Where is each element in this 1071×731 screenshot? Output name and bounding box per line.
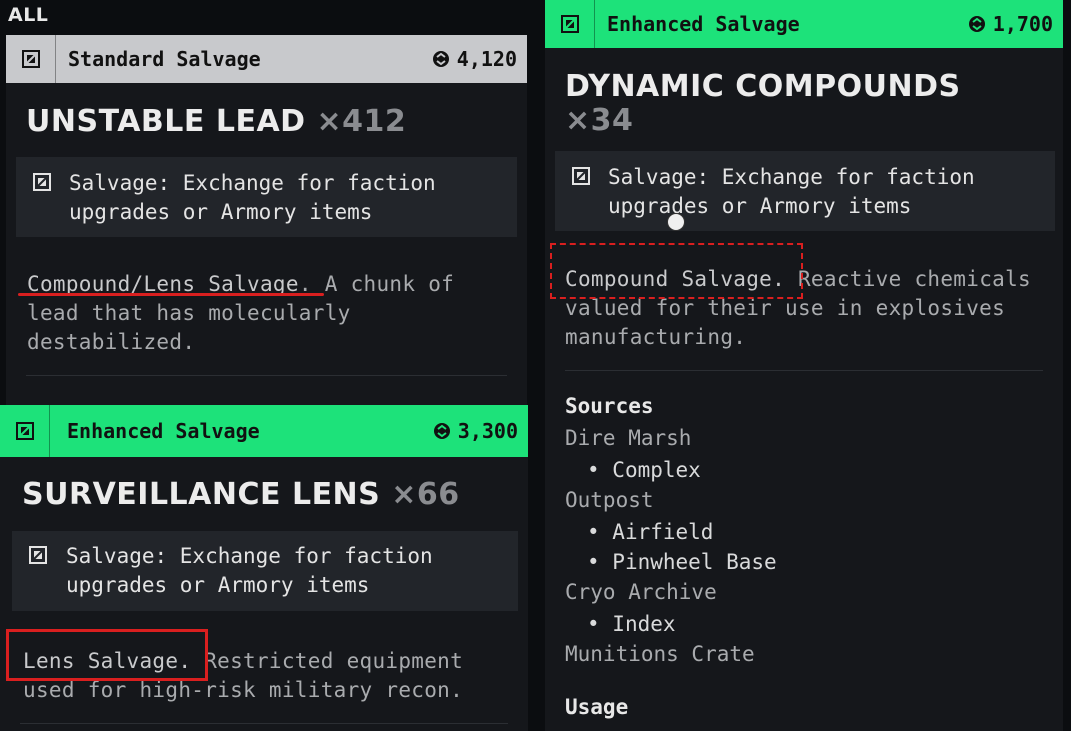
info-text: Salvage: Exchange for faction upgrades o… — [66, 544, 433, 597]
item-card-surveillance-lens[interactable]: Enhanced Salvage 3,300 SURVEILLANCE LENS… — [0, 405, 528, 731]
sources-heading: Sources — [565, 394, 654, 418]
annotation-box — [6, 629, 208, 681]
salvage-icon — [29, 546, 47, 564]
source-sublocation: • Complex — [587, 458, 701, 482]
tier-label: Enhanced Salvage — [607, 12, 800, 36]
info-text: Salvage: Exchange for faction upgrades o… — [608, 165, 975, 218]
item-count: ×34 — [565, 103, 634, 138]
annotation-underline — [18, 293, 324, 296]
item-count: ×412 — [316, 104, 407, 139]
currency-icon — [432, 51, 449, 67]
price-value: 1,700 — [992, 12, 1053, 36]
tier-label: Enhanced Salvage — [67, 419, 260, 443]
divider — [20, 723, 508, 724]
item-card-unstable-lead[interactable]: Standard Salvage 4,120 UNSTABLE LEAD ×41… — [6, 35, 527, 410]
salvage-icon — [545, 0, 595, 48]
filter-all-label[interactable]: ALL — [8, 4, 48, 26]
item-name: UNSTABLE LEAD ×412 — [26, 104, 407, 139]
item-name: SURVEILLANCE LENS ×66 — [22, 477, 460, 512]
item-count: ×66 — [391, 477, 460, 512]
source-location: Munitions Crate — [565, 642, 755, 666]
source-location: Dire Marsh — [565, 426, 692, 450]
divider — [565, 370, 1043, 371]
source-sublocation: • Index — [587, 612, 676, 636]
salvage-icon — [0, 405, 50, 457]
source-sublocation: • Airfield — [587, 520, 714, 544]
rotate-handle-icon[interactable] — [667, 213, 685, 231]
price: 3,300 — [432, 419, 528, 443]
tier-label: Standard Salvage — [68, 47, 261, 71]
source-sublocation: • Pinwheel Base — [587, 550, 777, 574]
currency-icon — [433, 423, 450, 439]
usage-heading: Usage — [565, 695, 629, 719]
card-header: Enhanced Salvage 1,700 — [545, 0, 1063, 48]
price-value: 3,300 — [457, 419, 518, 443]
source-location: Cryo Archive — [565, 580, 717, 604]
source-location: Outpost — [565, 488, 654, 512]
card-header: Enhanced Salvage 3,300 — [0, 405, 528, 457]
currency-icon — [968, 16, 985, 32]
info-text: Salvage: Exchange for faction upgrades o… — [69, 171, 436, 224]
info-box: Salvage: Exchange for faction upgrades o… — [16, 157, 517, 237]
item-description: Compound/Lens Salvage. A chunk of lead t… — [27, 272, 455, 354]
divider — [26, 375, 507, 376]
salvage-icon — [33, 173, 51, 191]
item-name: DYNAMIC COMPOUNDS ×34 — [565, 69, 961, 138]
price-value: 4,120 — [456, 47, 517, 71]
salvage-icon — [6, 35, 56, 83]
info-box: Salvage: Exchange for faction upgrades o… — [12, 531, 518, 611]
salvage-icon — [572, 167, 590, 185]
item-card-dynamic-compounds[interactable]: Enhanced Salvage 1,700 DYNAMIC COMPOUNDS… — [545, 0, 1063, 731]
annotation-selection-box — [550, 243, 803, 299]
price: 1,700 — [967, 12, 1063, 36]
info-box: Salvage: Exchange for faction upgrades o… — [555, 151, 1055, 231]
price: 4,120 — [431, 47, 527, 71]
card-header: Standard Salvage 4,120 — [6, 35, 527, 83]
